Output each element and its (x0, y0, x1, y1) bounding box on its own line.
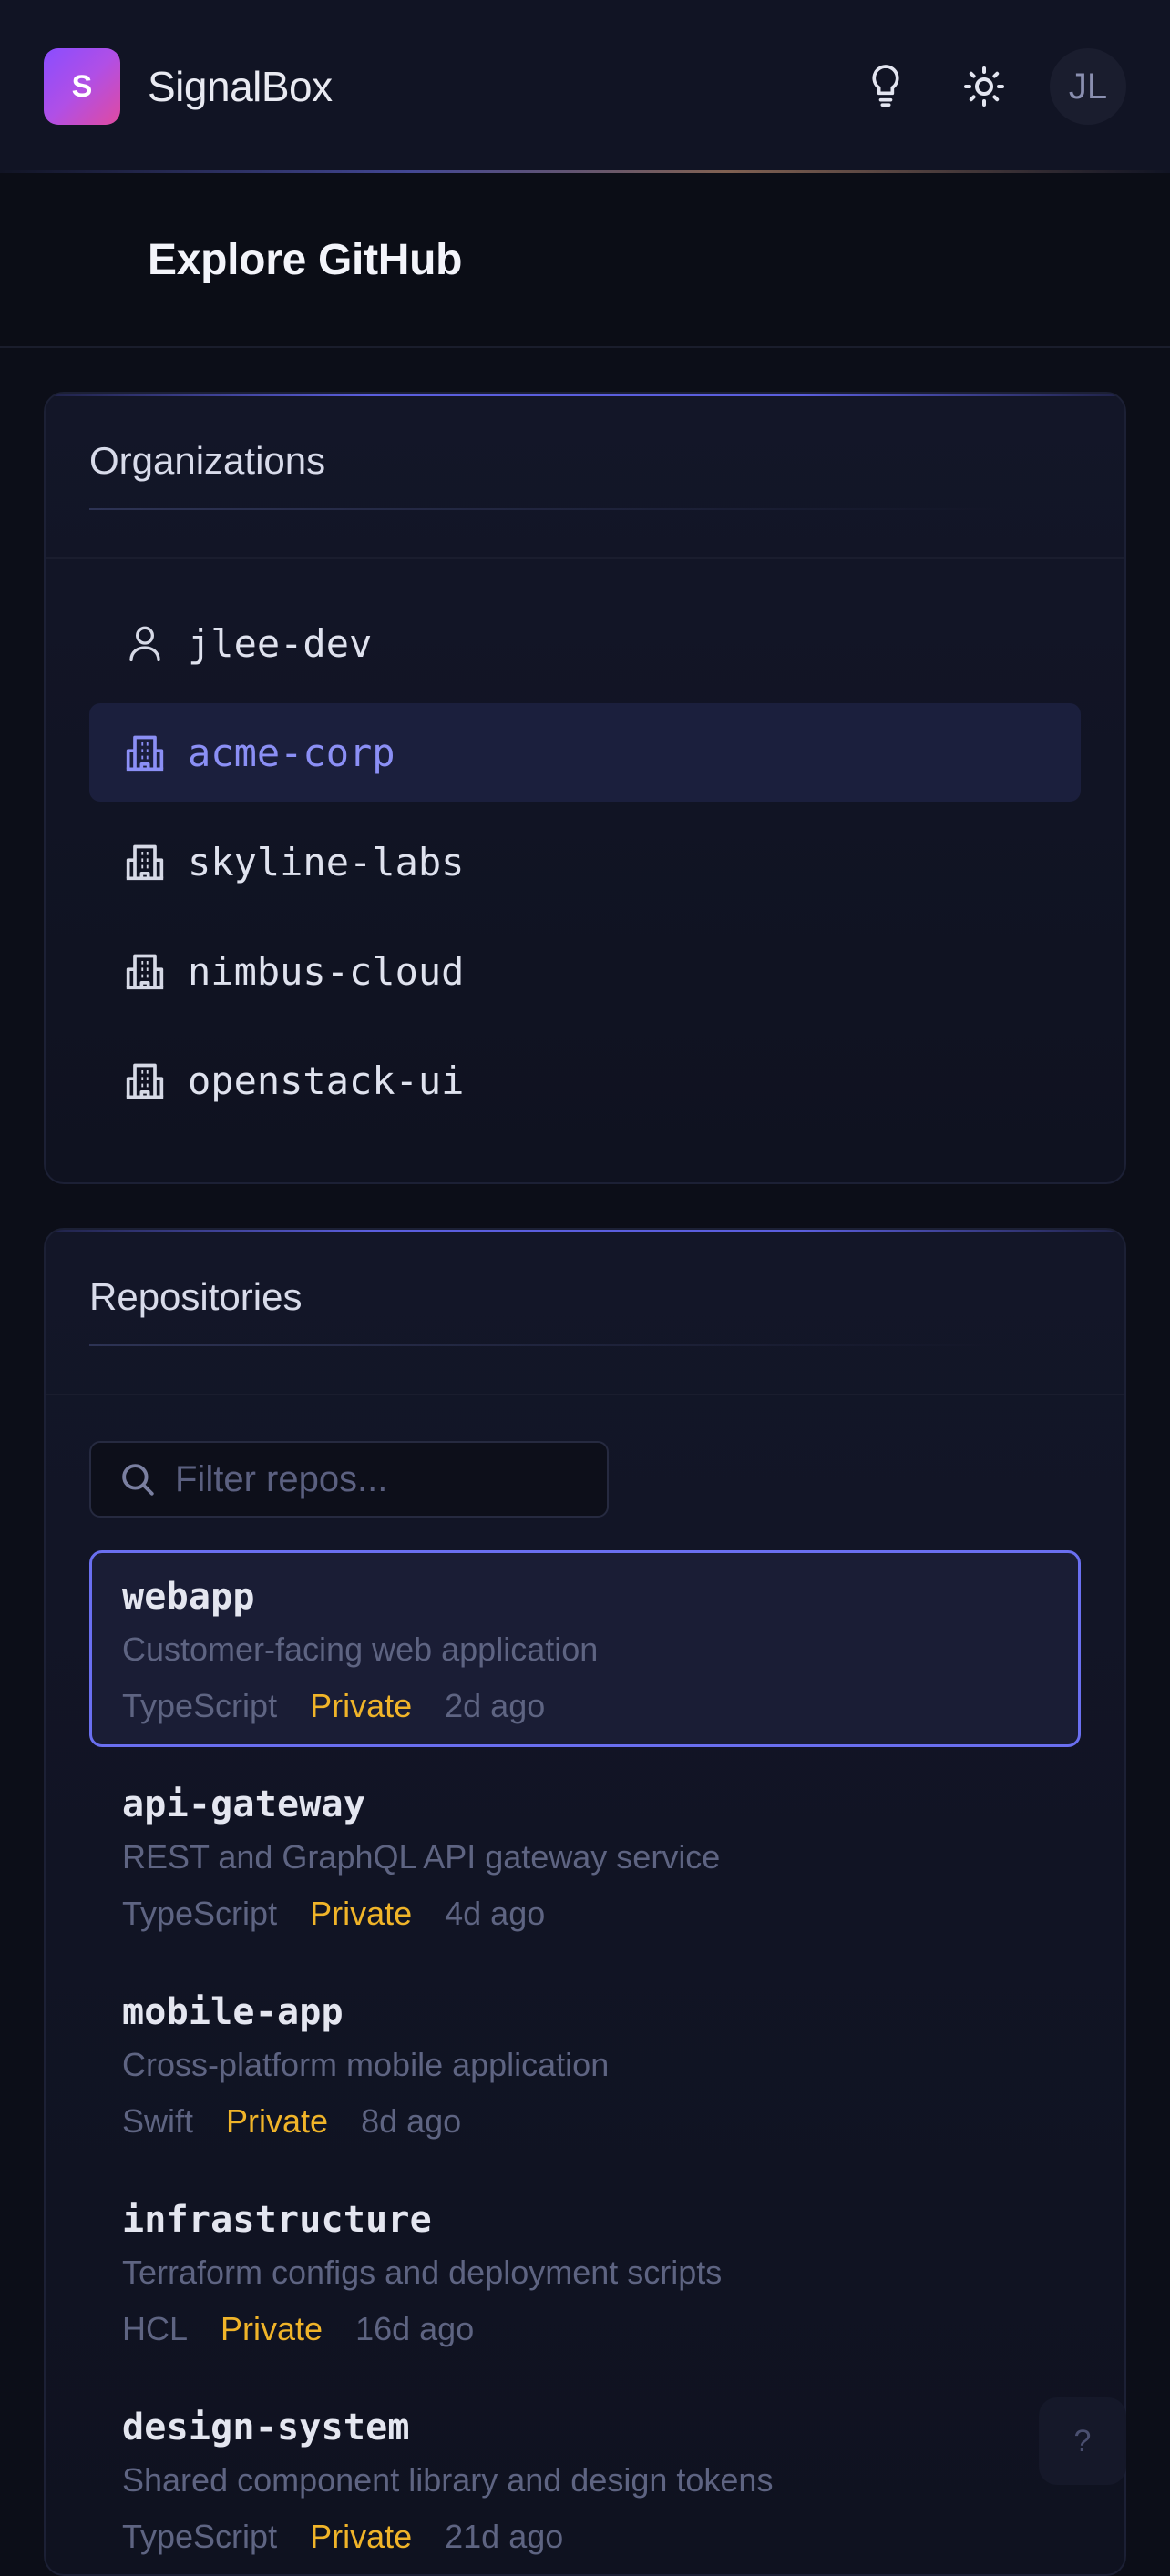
repo-updated: 4d ago (445, 1895, 546, 1932)
org-item-acme-corp[interactable]: acme-corp (89, 703, 1081, 802)
repo-meta: TypeScript Private 21d ago (122, 2518, 1048, 2556)
theme-toggle-button[interactable] (951, 54, 1017, 119)
organizations-list: jlee-dev acme-corp skyline-labs nimbus-c… (46, 559, 1124, 1130)
repo-language: HCL (122, 2310, 189, 2347)
repo-visibility-badge: Private (226, 2102, 329, 2140)
org-name: jlee-dev (188, 620, 373, 666)
repo-language: Swift (122, 2102, 194, 2140)
page-title: Explore GitHub (148, 235, 463, 284)
repo-item-api-gateway[interactable]: api-gateway REST and GraphQL API gateway… (89, 1758, 1081, 1955)
repo-filter-field[interactable] (89, 1441, 609, 1518)
organizations-card: Organizations jlee-dev acme-corp skyline… (44, 392, 1126, 1184)
building-icon (126, 1063, 164, 1099)
org-name: skyline-labs (188, 839, 465, 884)
repo-description: Customer-facing web application (122, 1630, 599, 1668)
search-icon (122, 1464, 154, 1496)
repo-visibility-badge: Private (221, 2310, 323, 2347)
repo-name: mobile-app (122, 1991, 344, 2033)
org-name: nimbus-cloud (188, 948, 465, 994)
repo-language: TypeScript (122, 1895, 278, 1932)
repo-language: TypeScript (122, 1687, 278, 1724)
logo-letter: S (71, 68, 93, 104)
repositories-title: Repositories (89, 1275, 303, 1318)
repositories-title-underline (89, 1344, 1001, 1346)
repo-description: Cross-platform mobile application (122, 2046, 610, 2083)
repo-meta: Swift Private 8d ago (122, 2102, 1048, 2141)
repo-item-infrastructure[interactable]: infrastructure Terraform configs and dep… (89, 2173, 1081, 2370)
repo-meta: TypeScript Private 2d ago (122, 1687, 1048, 1725)
repo-updated: 2d ago (445, 1687, 546, 1724)
repo-item-webapp[interactable]: webapp Customer-facing web application T… (89, 1550, 1081, 1747)
repositories-list: webapp Customer-facing web application T… (46, 1518, 1124, 2574)
user-avatar[interactable]: JL (1050, 48, 1126, 125)
org-item-nimbus-cloud[interactable]: nimbus-cloud (89, 922, 1081, 1020)
org-item-openstack-ui[interactable]: openstack-ui (89, 1031, 1081, 1130)
repo-visibility-badge: Private (310, 2518, 413, 2555)
repositories-card: Repositories webapp Customer-facing web … (44, 1228, 1126, 2576)
app-logo[interactable]: S (44, 48, 120, 125)
sun-icon (964, 66, 1004, 107)
organizations-title: Organizations (89, 439, 326, 482)
org-name: acme-corp (188, 730, 395, 775)
org-item-jlee-dev[interactable]: jlee-dev (89, 594, 1081, 692)
repo-name: design-system (122, 2407, 410, 2448)
repo-visibility-badge: Private (310, 1687, 413, 1724)
repo-item-design-system[interactable]: design-system Shared component library a… (89, 2381, 1081, 2574)
organizations-header: Organizations (46, 394, 1124, 559)
building-icon (126, 954, 164, 990)
org-name: openstack-ui (188, 1058, 465, 1103)
repo-description: REST and GraphQL API gateway service (122, 1838, 721, 1876)
repo-name: infrastructure (122, 2199, 432, 2241)
building-icon (126, 735, 164, 772)
repo-meta: HCL Private 16d ago (122, 2310, 1048, 2348)
repo-meta: TypeScript Private 4d ago (122, 1895, 1048, 1933)
repo-filter-input[interactable] (175, 1458, 594, 1500)
repo-updated: 21d ago (445, 2518, 564, 2555)
repo-description: Terraform configs and deployment scripts (122, 2254, 723, 2291)
tips-button[interactable] (853, 54, 919, 119)
repo-language: TypeScript (122, 2518, 278, 2555)
repo-name: webapp (122, 1576, 255, 1618)
organizations-title-underline (89, 508, 1001, 510)
repo-item-mobile-app[interactable]: mobile-app Cross-platform mobile applica… (89, 1966, 1081, 2162)
user-icon (129, 626, 160, 661)
repo-description: Shared component library and design toke… (122, 2461, 774, 2499)
repo-updated: 16d ago (355, 2310, 475, 2347)
org-item-skyline-labs[interactable]: skyline-labs (89, 813, 1081, 911)
page-title-bar: Explore GitHub (0, 173, 1170, 348)
header-actions: JL (853, 48, 1126, 125)
repositories-header: Repositories (46, 1230, 1124, 1395)
repo-visibility-badge: Private (310, 1895, 413, 1932)
lightbulb-icon (872, 65, 899, 107)
top-app-bar: S SignalBox JL (0, 0, 1170, 173)
help-button[interactable]: ? (1039, 2397, 1126, 2485)
building-icon (126, 844, 164, 881)
brand-name: SignalBox (148, 63, 333, 110)
repo-name: api-gateway (122, 1784, 366, 1825)
repo-updated: 8d ago (361, 2102, 462, 2140)
